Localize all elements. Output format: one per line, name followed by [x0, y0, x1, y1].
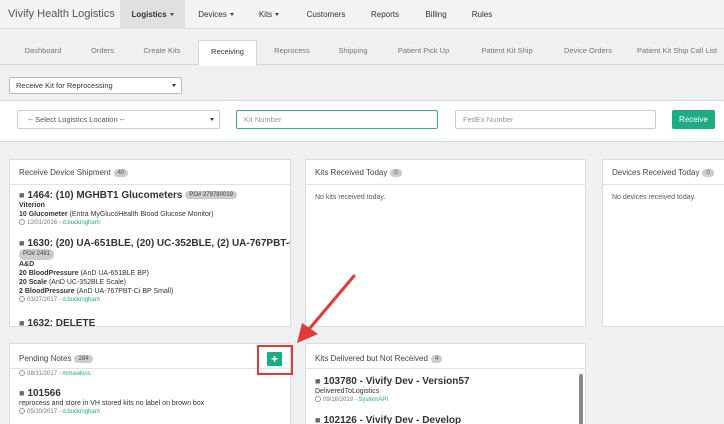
annotation-arrow-head — [297, 323, 318, 343]
annotation-arrow-shaft — [308, 274, 356, 330]
annotation-arrow — [297, 274, 356, 343]
